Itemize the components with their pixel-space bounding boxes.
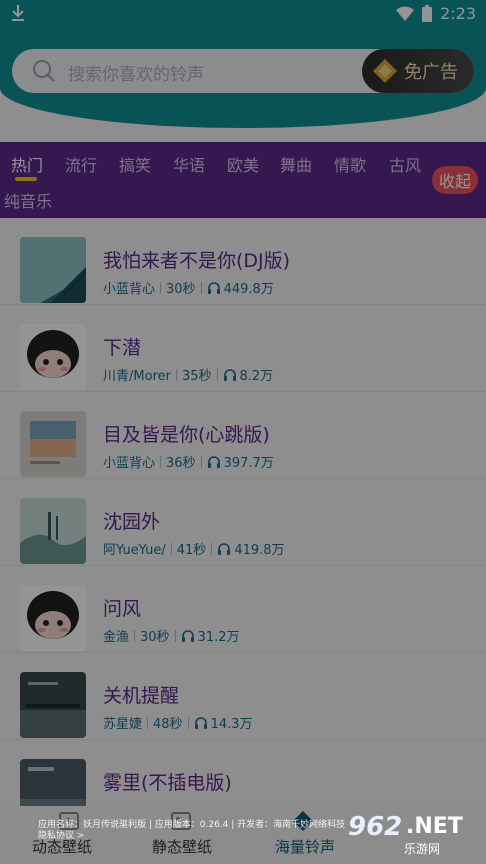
cover-image	[20, 237, 86, 303]
song-meta: 小蓝背心 36秒 397.7万	[103, 452, 274, 471]
cover-image	[20, 411, 86, 477]
song-artist: 金渔	[103, 630, 130, 645]
song-meta: 川青/Morer 35秒 8.2万	[103, 365, 273, 384]
song-artist: 阿YueYue/	[103, 543, 166, 558]
divider	[187, 716, 189, 729]
cover-image	[20, 324, 86, 390]
watermark-site-name: 乐游网	[404, 842, 441, 856]
search-placeholder: 搜索你喜欢的铃声	[68, 65, 204, 85]
song-plays: 31.2万	[197, 630, 240, 645]
song-plays: 8.2万	[239, 369, 274, 384]
headphones-icon	[207, 281, 220, 294]
search-icon	[33, 60, 55, 82]
song-plays: 419.8万	[234, 543, 285, 558]
battery-icon	[422, 5, 433, 22]
song-artist: 川青/Morer	[103, 369, 171, 384]
tab-dance[interactable]: 舞曲	[280, 152, 312, 176]
song-duration: 36秒	[166, 456, 196, 471]
song-plays: 449.8万	[223, 282, 274, 297]
song-title: 我怕来者不是你(DJ版)	[103, 250, 291, 272]
list-item[interactable]: 我怕来者不是你(DJ版) 小蓝背心 30秒 449.8万	[0, 218, 486, 305]
list-item[interactable]: 关机提醒 苏星婕 48秒 14.3万	[0, 653, 486, 740]
tab-western[interactable]: 欧美	[227, 152, 259, 176]
headphones-icon	[181, 629, 194, 642]
remove-ads-button[interactable]: 免广告	[362, 49, 474, 93]
divider	[170, 542, 172, 555]
song-title: 下潜	[103, 337, 142, 359]
song-duration: 30秒	[140, 630, 170, 645]
cover-image	[20, 498, 86, 564]
app-info-footer: 应用名称：妖月传说驱利版 | 应用版本：0.26.4 | 开发者：海南千妙网络科…	[38, 820, 345, 842]
cover-image	[20, 585, 86, 651]
privacy-link[interactable]: 隐私协议 >	[38, 831, 345, 842]
song-title: 雾里(不插电版)	[103, 772, 232, 794]
divider	[134, 629, 136, 642]
divider	[174, 629, 176, 642]
download-icon	[12, 5, 24, 21]
status-bar: 2:23	[0, 0, 486, 28]
song-duration: 41秒	[176, 543, 207, 558]
wifi-icon	[396, 6, 415, 21]
song-title: 目及皆是你(心跳版)	[103, 424, 270, 446]
divider	[216, 368, 218, 381]
list-item[interactable]: 沈园外 阿YueYue/ 41秒 419.8万	[0, 479, 486, 566]
song-duration: 30秒	[166, 282, 196, 297]
song-title: 关机提醒	[103, 685, 180, 707]
divider	[160, 455, 162, 468]
list-item[interactable]: 问风 金渔 30秒 31.2万	[0, 566, 486, 653]
active-tab-indicator	[15, 177, 37, 181]
tab-funny[interactable]: 搞笑	[119, 152, 151, 176]
headphones-icon	[207, 455, 220, 468]
song-duration: 48秒	[153, 717, 183, 732]
headphones-icon	[223, 368, 236, 381]
app-info-line: 应用名称：妖月传说驱利版 | 应用版本：0.26.4 | 开发者：海南千妙网络科…	[38, 820, 346, 830]
remove-ads-label: 免广告	[404, 62, 458, 83]
watermark-number: 962	[348, 812, 403, 842]
song-title: 问风	[103, 598, 142, 620]
song-plays: 397.7万	[223, 456, 274, 471]
divider	[175, 368, 177, 381]
song-meta: 小蓝背心 30秒 449.8万	[103, 278, 274, 297]
tab-hot[interactable]: 热门	[11, 152, 43, 176]
tab-love-songs[interactable]: 情歌	[334, 152, 366, 176]
tab-chinese[interactable]: 华语	[173, 152, 205, 176]
divider	[160, 281, 162, 294]
song-meta: 金渔 30秒 31.2万	[103, 626, 240, 645]
tab-pure-music[interactable]: 纯音乐	[4, 188, 52, 212]
song-title: 沈园外	[103, 511, 161, 533]
divider	[200, 281, 202, 294]
list-item[interactable]: 下潜 川青/Morer 35秒 8.2万	[0, 305, 486, 392]
headphones-icon	[194, 716, 207, 729]
divider	[211, 542, 213, 555]
tab-pop[interactable]: 流行	[65, 152, 97, 176]
song-plays: 14.3万	[210, 717, 253, 732]
list-item[interactable]: 目及皆是你(心跳版) 小蓝背心 36秒 397.7万	[0, 392, 486, 479]
headphones-icon	[218, 542, 231, 555]
category-tabs: 热门 流行 搞笑 华语 欧美 舞曲 情歌 古风 纯音乐	[0, 142, 486, 218]
song-duration: 35秒	[181, 369, 212, 384]
song-meta: 阿YueYue/ 41秒 419.8万	[103, 539, 285, 558]
site-watermark-logo: 962 .NET 乐游网	[346, 812, 480, 858]
song-meta: 苏星婕 48秒 14.3万	[103, 713, 253, 732]
divider	[200, 455, 202, 468]
song-artist: 苏星婕	[103, 717, 143, 732]
tab-ancient[interactable]: 古风	[389, 152, 421, 176]
collapse-button[interactable]: 收起	[432, 166, 478, 194]
divider	[147, 716, 149, 729]
status-time: 2:23	[440, 4, 476, 23]
song-artist: 小蓝背心	[103, 456, 156, 471]
cover-image	[20, 672, 86, 738]
song-artist: 小蓝背心	[103, 282, 156, 297]
watermark-net: .NET	[406, 814, 463, 839]
diamond-icon	[373, 59, 397, 83]
